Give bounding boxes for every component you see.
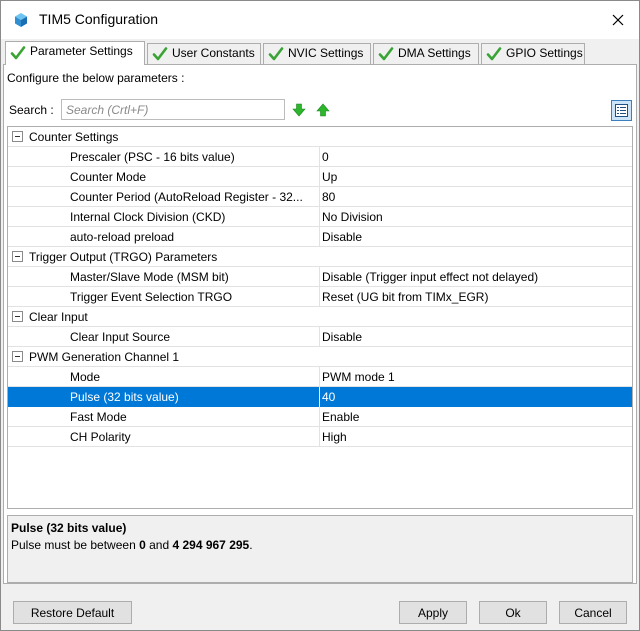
param-value: High — [322, 430, 347, 444]
tab-label: Parameter Settings — [30, 44, 133, 58]
group-pwm-generation-channel-1[interactable]: PWM Generation Channel 1 — [8, 347, 632, 367]
param-value: 0 — [322, 150, 329, 164]
param-value: Disable — [322, 230, 363, 244]
group-label: Counter Settings — [29, 130, 119, 144]
param-row-pulse[interactable]: Pulse (32 bits value) 40 — [8, 387, 632, 407]
arrow-down-icon[interactable] — [292, 103, 306, 117]
group-counter-settings[interactable]: Counter Settings — [8, 127, 632, 147]
description-suffix: . — [249, 538, 253, 552]
param-value: No Division — [322, 210, 383, 224]
description-conjunction: and — [145, 538, 173, 552]
param-name: Counter Mode — [70, 170, 147, 184]
param-name: Master/Slave Mode (MSM bit) — [70, 270, 229, 284]
param-name: Internal Clock Division (CKD) — [70, 210, 226, 224]
param-row-trigger-event-selection[interactable]: Trigger Event Selection TRGO Reset (UG b… — [8, 287, 632, 307]
param-value: Disable — [322, 330, 363, 344]
param-row-clock-division[interactable]: Internal Clock Division (CKD) No Divisio… — [8, 207, 632, 227]
tab-label: GPIO Settings — [506, 46, 583, 60]
param-name: Prescaler (PSC - 16 bits value) — [70, 150, 235, 164]
param-value: 80 — [322, 190, 336, 204]
description-prefix: Pulse must be between — [11, 538, 140, 552]
ok-button[interactable]: Ok — [479, 601, 547, 624]
description-min: 0 — [139, 538, 146, 552]
collapse-minus-icon[interactable] — [12, 251, 23, 262]
collapse-minus-icon[interactable] — [12, 351, 23, 362]
tab-user-constants[interactable]: User Constants — [147, 43, 261, 64]
title-bar[interactable]: TIM5 Configuration — [1, 1, 639, 39]
param-value: Up — [322, 170, 338, 184]
group-label: PWM Generation Channel 1 — [29, 350, 180, 364]
param-row-clear-input-source[interactable]: Clear Input Source Disable — [8, 327, 632, 347]
description-max: 4 294 967 295 — [172, 538, 250, 552]
apply-button[interactable]: Apply — [399, 601, 467, 624]
collapse-minus-icon[interactable] — [12, 311, 23, 322]
param-row-master-slave-mode[interactable]: Master/Slave Mode (MSM bit) Disable (Tri… — [8, 267, 632, 287]
param-row-auto-reload-preload[interactable]: auto-reload preload Disable — [8, 227, 632, 247]
green-check-icon — [486, 46, 502, 62]
tab-label: User Constants — [172, 46, 255, 60]
collapse-minus-icon[interactable] — [12, 131, 23, 142]
restore-default-button[interactable]: Restore Default — [13, 601, 132, 624]
param-value: Enable — [322, 410, 360, 424]
description-title: Pulse (32 bits value) — [11, 521, 127, 535]
arrow-up-icon[interactable] — [316, 103, 330, 117]
search-input[interactable] — [61, 99, 285, 120]
param-row-counter-mode[interactable]: Counter Mode Up — [8, 167, 632, 187]
param-row-ch-polarity[interactable]: CH Polarity High — [8, 427, 632, 447]
param-name: Clear Input Source — [70, 330, 171, 344]
param-row-prescaler[interactable]: Prescaler (PSC - 16 bits value) 0 — [8, 147, 632, 167]
green-check-icon — [152, 46, 168, 62]
description-text: Pulse must be between 0 and 4 294 967 29… — [11, 538, 253, 552]
param-row-fast-mode[interactable]: Fast Mode Enable — [8, 407, 632, 427]
tab-dma-settings[interactable]: DMA Settings — [373, 43, 479, 64]
close-icon[interactable] — [607, 9, 629, 31]
group-clear-input[interactable]: Clear Input — [8, 307, 632, 327]
group-label: Clear Input — [29, 310, 88, 324]
param-name: Fast Mode — [70, 410, 127, 424]
tim5-configuration-dialog: TIM5 Configuration Parameter Settings Us… — [0, 0, 640, 631]
green-check-icon — [268, 46, 284, 62]
cube-icon — [13, 12, 29, 28]
param-value: 40 — [322, 390, 336, 404]
green-check-icon — [378, 46, 394, 62]
tab-parameter-settings[interactable]: Parameter Settings — [5, 41, 145, 65]
cancel-button[interactable]: Cancel — [559, 601, 627, 624]
config-instructions: Configure the below parameters : — [7, 71, 185, 85]
group-trigger-output[interactable]: Trigger Output (TRGO) Parameters — [8, 247, 632, 267]
param-name: Mode — [70, 370, 101, 384]
view-toggle-button[interactable] — [611, 100, 632, 121]
param-name: CH Polarity — [70, 430, 131, 444]
tab-label: NVIC Settings — [288, 46, 364, 60]
param-name: Trigger Event Selection TRGO — [70, 290, 233, 304]
param-row-counter-period[interactable]: Counter Period (AutoReload Register - 32… — [8, 187, 632, 207]
search-label: Search : — [9, 103, 54, 117]
parameter-tree: Counter Settings Prescaler (PSC - 16 bit… — [7, 126, 633, 509]
group-label: Trigger Output (TRGO) Parameters — [29, 250, 218, 264]
param-name: Pulse (32 bits value) — [70, 390, 179, 404]
description-panel: Pulse (32 bits value) Pulse must be betw… — [7, 515, 633, 583]
tab-nvic-settings[interactable]: NVIC Settings — [263, 43, 371, 64]
param-value: Disable (Trigger input effect not delaye… — [322, 270, 539, 284]
tab-gpio-settings[interactable]: GPIO Settings — [481, 43, 585, 64]
window-title: TIM5 Configuration — [39, 11, 159, 27]
tab-label: DMA Settings — [398, 46, 471, 60]
param-name: Counter Period (AutoReload Register - 32… — [70, 190, 303, 204]
param-value: PWM mode 1 — [322, 370, 395, 384]
param-name: auto-reload preload — [70, 230, 175, 244]
param-value: Reset (UG bit from TIMx_EGR) — [322, 290, 489, 304]
list-view-icon — [615, 104, 628, 117]
green-check-icon — [10, 45, 26, 61]
param-row-mode[interactable]: Mode PWM mode 1 — [8, 367, 632, 387]
